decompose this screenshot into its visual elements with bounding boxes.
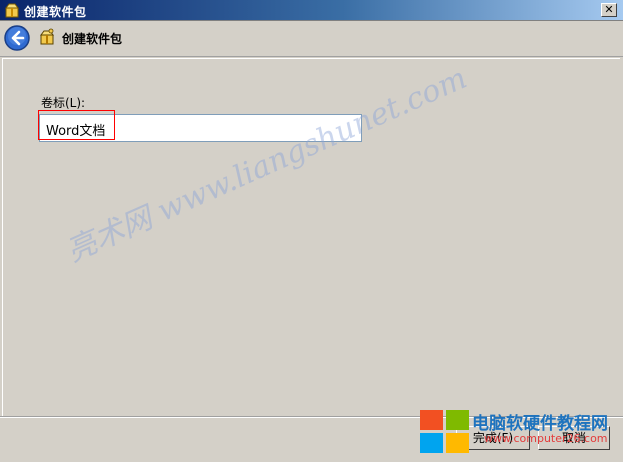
- package-icon: [40, 28, 54, 45]
- back-arrow-icon[interactable]: [4, 25, 30, 51]
- brand-badge: 电脑软硬件教程网 www.computer26.com: [420, 408, 620, 456]
- annotation-highlight: [38, 110, 115, 140]
- brand-url: www.computer26.com: [484, 432, 608, 445]
- brand-name: 电脑软硬件教程网: [472, 414, 608, 434]
- close-button[interactable]: ✕: [601, 3, 617, 17]
- package-icon: [5, 3, 19, 18]
- page-title: 创建软件包: [62, 32, 123, 46]
- close-icon: ✕: [604, 3, 614, 16]
- wizard-header: 创建软件包: [0, 21, 623, 57]
- title-bar: 创建软件包 ✕: [0, 0, 623, 21]
- window-title: 创建软件包: [24, 5, 87, 19]
- windows-logo-icon: [420, 410, 469, 453]
- volume-label: 卷标(L):: [41, 96, 86, 110]
